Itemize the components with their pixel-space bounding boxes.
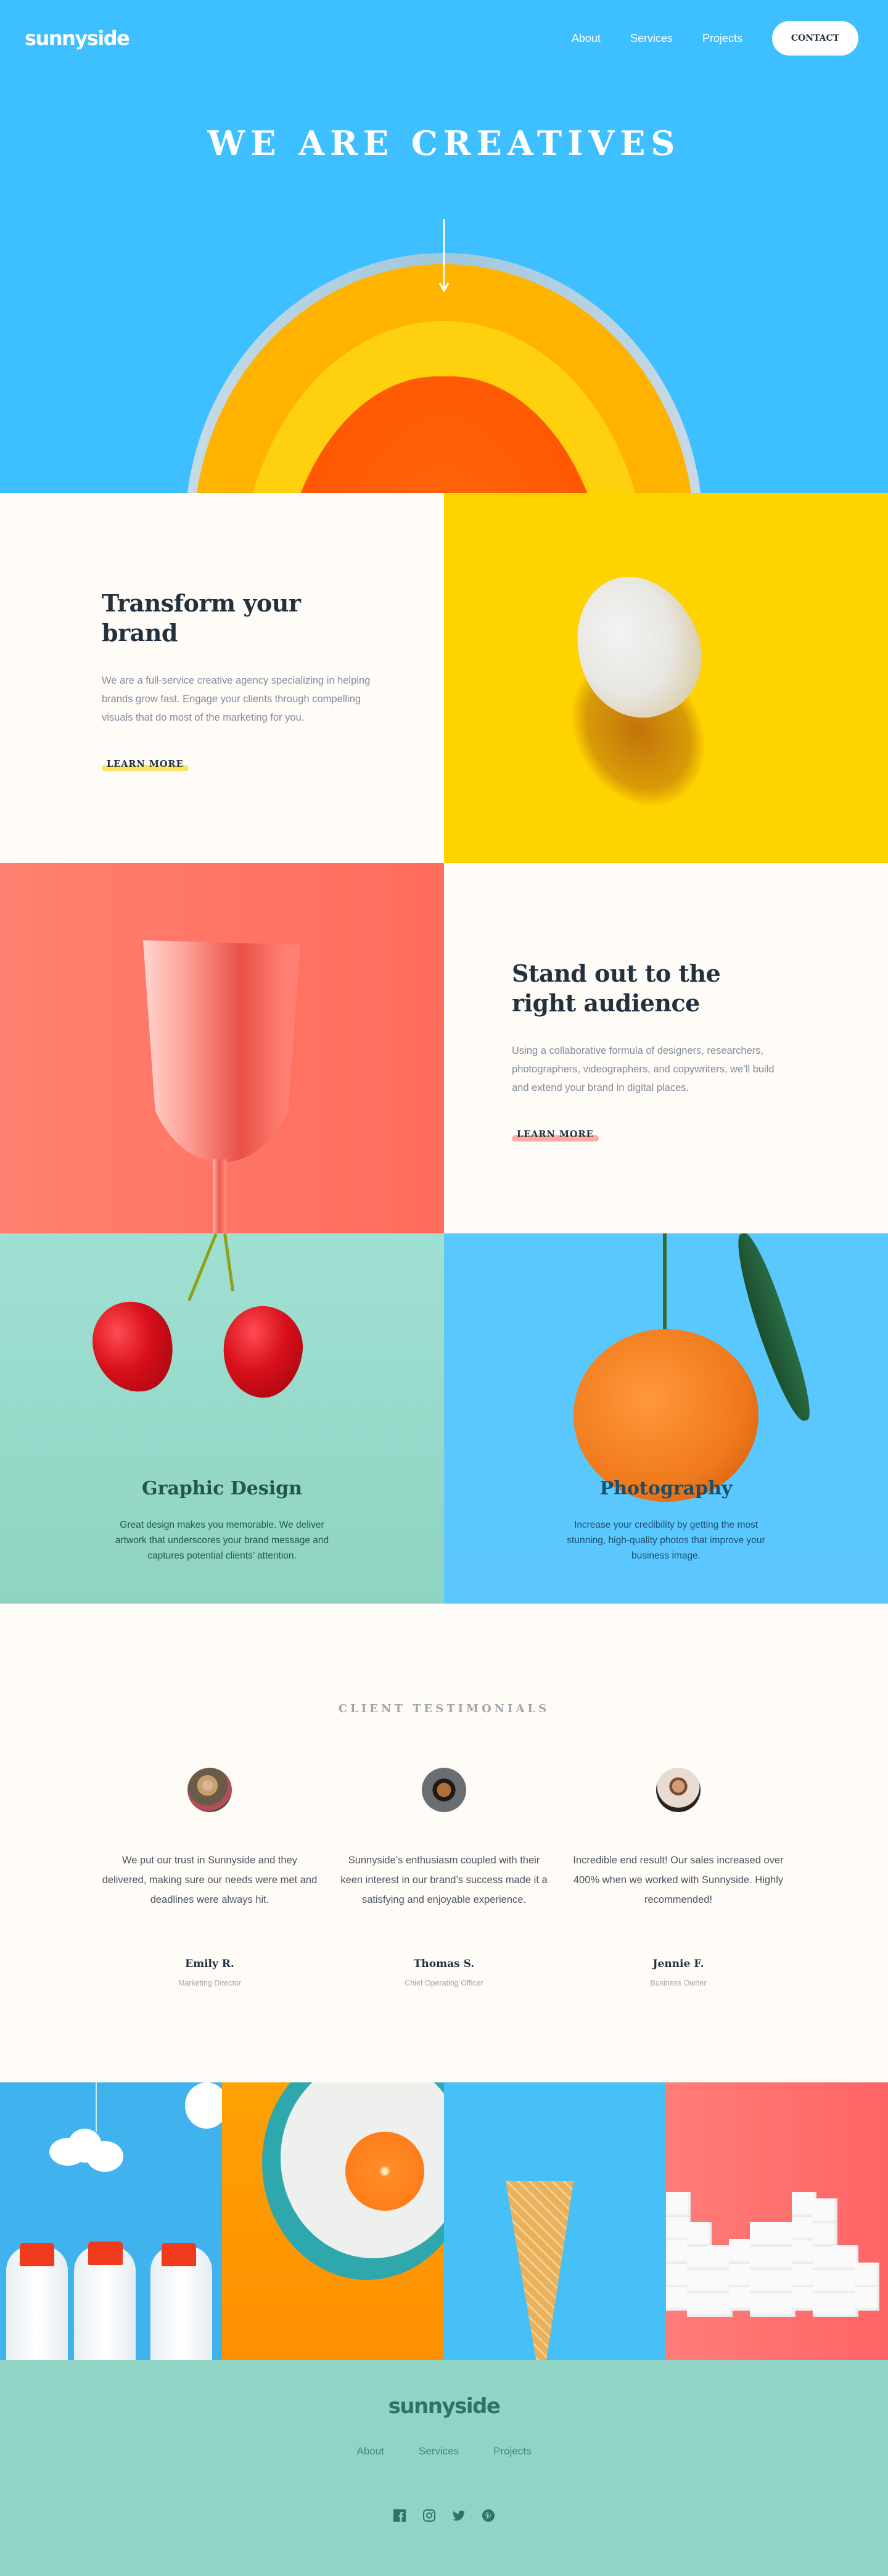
testimonials-heading: CLIENT TESTIMONIALS — [338, 1702, 550, 1715]
testimonial-name: Emily R. — [185, 1958, 234, 1970]
footer-logo[interactable]: sunnyside — [0, 2394, 888, 2419]
hero-section: sunnyside About Services Projects CONTAC… — [0, 0, 888, 493]
testimonial-name: Jennie F. — [652, 1958, 704, 1970]
orange-image — [574, 1329, 758, 1502]
gallery-image-sugar-cubes — [666, 2082, 888, 2360]
testimonial-card: We put our trust in Sunnyside and they d… — [102, 1768, 318, 1987]
testimonial-role: Business Owner — [650, 1979, 707, 1987]
service-title: Graphic Design — [142, 1478, 302, 1499]
sugar-cube — [813, 2198, 837, 2223]
arrow-down-icon[interactable] — [439, 219, 449, 293]
twitter-icon[interactable] — [453, 2509, 465, 2522]
testimonial-card: Incredible end result! Our sales increas… — [570, 1768, 786, 1987]
testimonial-list: We put our trust in Sunnyside and they d… — [102, 1768, 786, 1987]
pinterest-icon[interactable] — [482, 2509, 495, 2522]
learn-more-label: LEARN MORE — [107, 759, 184, 769]
nav-link-services[interactable]: Services — [630, 32, 673, 45]
testimonial-role: Chief Operating Officer — [405, 1979, 483, 1987]
nav-links: About Services Projects CONTACT — [572, 21, 858, 56]
testimonial-role: Marketing Director — [178, 1979, 242, 1987]
testimonials-section: CLIENT TESTIMONIALS We put our trust in … — [0, 1604, 888, 2082]
hero-title: WE ARE CREATIVES — [207, 123, 681, 163]
glass-image — [0, 863, 444, 1233]
testimonial-name: Thomas S. — [413, 1958, 475, 1970]
feature-text: Transform your brand We are a full-servi… — [0, 493, 444, 863]
gallery-image-ice-cream-cone — [444, 2082, 666, 2360]
learn-more-label: LEARN MORE — [517, 1129, 594, 1140]
sugar-cube — [666, 2192, 691, 2217]
service-photography: Photography Increase your credibility by… — [444, 1233, 888, 1604]
feature-body: Using a collaborative formula of designe… — [512, 1045, 775, 1093]
footer-link-services[interactable]: Services — [419, 2445, 459, 2458]
logo[interactable]: sunnyside — [25, 27, 130, 50]
service-body: Increase your credibility by getting the… — [567, 1520, 765, 1561]
service-body: Great design makes you memorable. We del… — [115, 1520, 329, 1561]
avatar — [422, 1768, 466, 1812]
service-title: Photography — [599, 1478, 733, 1499]
feature-title: Stand out to the right audience — [512, 959, 721, 1017]
footer-link-about[interactable]: About — [356, 2445, 384, 2458]
avatar — [187, 1768, 232, 1812]
egg-image — [444, 493, 888, 863]
instagram-icon[interactable] — [423, 2509, 435, 2522]
facebook-icon[interactable] — [393, 2509, 406, 2522]
testimonial-quote: Incredible end result! Our sales increas… — [573, 1855, 784, 1905]
testimonial-card: Sunnyside’s enthusiasm coupled with thei… — [336, 1768, 552, 1987]
social-links — [0, 2509, 888, 2522]
sugar-cube — [687, 2222, 712, 2247]
footer-links: About Services Projects — [0, 2445, 888, 2458]
gallery-image-milk-bottles — [0, 2082, 222, 2360]
sugar-cube — [855, 2263, 879, 2287]
feature-body: We are a full-service creative agency sp… — [102, 675, 371, 723]
contact-button[interactable]: CONTACT — [772, 21, 858, 56]
service-graphic-design: Graphic Design Great design makes you me… — [0, 1233, 444, 1604]
services-section: Graphic Design Great design makes you me… — [0, 1233, 888, 1604]
top-nav: sunnyside About Services Projects CONTAC… — [25, 21, 858, 56]
feature-transform: Transform your brand We are a full-servi… — [0, 493, 888, 863]
sugar-cube — [813, 2222, 837, 2247]
learn-more-link[interactable]: LEARN MORE — [102, 759, 189, 771]
gallery-image-orange-plate — [222, 2082, 444, 2360]
feature-title: Transform your brand — [102, 589, 301, 647]
footer-link-projects[interactable]: Projects — [493, 2445, 531, 2458]
cherry-image — [217, 1301, 308, 1403]
nav-link-about[interactable]: About — [572, 32, 601, 45]
cherry-image — [83, 1293, 183, 1401]
gallery — [0, 2082, 888, 2360]
footer: sunnyside About Services Projects — [0, 2360, 888, 2576]
sugar-cube — [855, 2286, 879, 2311]
testimonial-quote: Sunnyside’s enthusiasm coupled with thei… — [340, 1855, 548, 1905]
avatar — [656, 1768, 701, 1812]
testimonial-quote: We put our trust in Sunnyside and they d… — [102, 1855, 318, 1905]
nav-link-projects[interactable]: Projects — [702, 32, 742, 45]
learn-more-link[interactable]: LEARN MORE — [512, 1129, 599, 1141]
feature-text: Stand out to the right audience Using a … — [444, 863, 888, 1233]
feature-standout: Stand out to the right audience Using a … — [0, 863, 888, 1233]
